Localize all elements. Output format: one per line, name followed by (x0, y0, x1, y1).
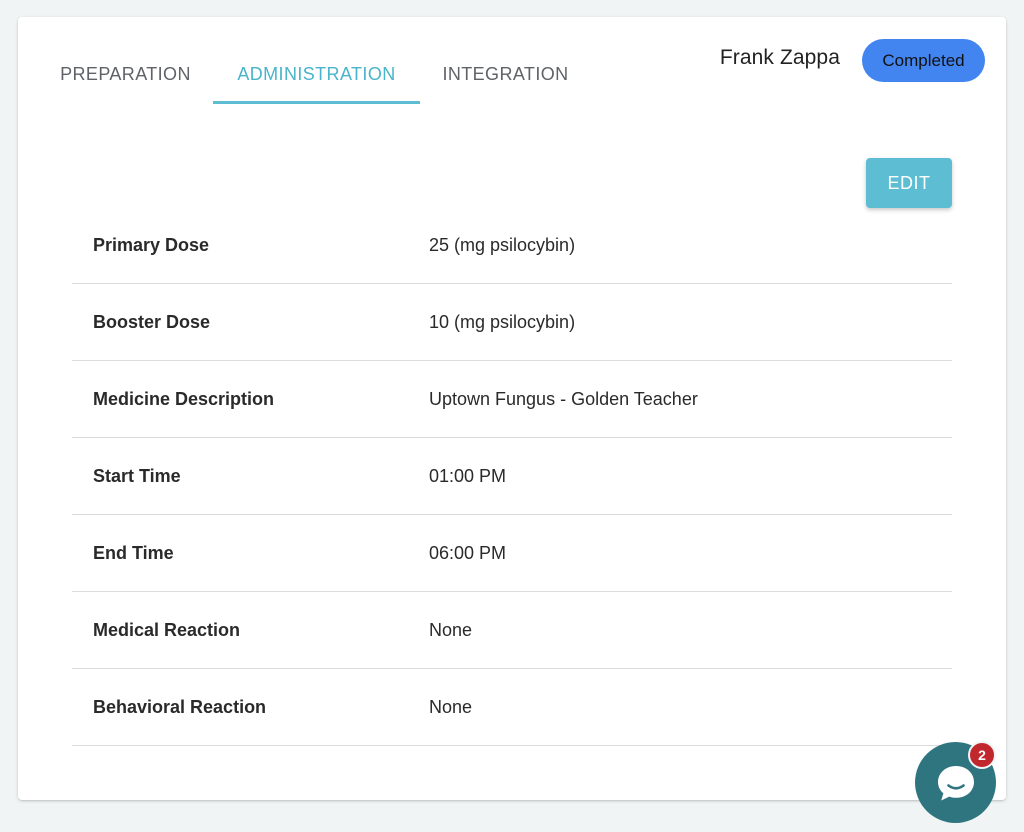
tab-bar: PREPARATION ADMINISTRATION INTEGRATION (38, 45, 591, 104)
detail-value: 25 (mg psilocybin) (429, 234, 576, 255)
tab-preparation[interactable]: PREPARATION (38, 45, 213, 104)
detail-row-primary-dose: Primary Dose 25 (mg psilocybin) (72, 207, 952, 284)
detail-label: Booster Dose (93, 311, 211, 332)
details-table: Primary Dose 25 (mg psilocybin) Booster … (72, 207, 952, 746)
detail-value: Uptown Fungus - Golden Teacher (429, 388, 698, 409)
detail-value: 10 (mg psilocybin) (429, 311, 576, 332)
tab-administration[interactable]: ADMINISTRATION (213, 45, 420, 104)
detail-value: 06:00 PM (429, 542, 507, 563)
status-badge: Completed (862, 39, 985, 82)
detail-row-booster-dose: Booster Dose 10 (mg psilocybin) (72, 284, 952, 361)
detail-label: Medicine Description (93, 388, 275, 409)
detail-row-medical-reaction: Medical Reaction None (72, 592, 952, 669)
edit-button[interactable]: EDIT (866, 158, 952, 208)
detail-row-behavioral-reaction: Behavioral Reaction None (72, 669, 952, 746)
detail-value: None (429, 696, 473, 717)
detail-row-medicine-description: Medicine Description Uptown Fungus - Gol… (72, 361, 952, 438)
notification-badge: 2 (968, 741, 996, 769)
detail-label: Behavioral Reaction (93, 696, 267, 717)
patient-name: Frank Zappa (719, 46, 840, 69)
tab-integration[interactable]: INTEGRATION (420, 45, 591, 104)
detail-value: 01:00 PM (429, 465, 507, 486)
chat-bubble-icon (937, 765, 974, 800)
detail-row-start-time: Start Time 01:00 PM (72, 438, 952, 515)
detail-label: Start Time (93, 465, 181, 486)
administration-card: PREPARATION ADMINISTRATION INTEGRATION F… (18, 17, 1006, 800)
detail-value: None (429, 619, 473, 640)
detail-label: Medical Reaction (93, 619, 241, 640)
detail-row-end-time: End Time 06:00 PM (72, 515, 952, 592)
detail-label: End Time (93, 542, 174, 563)
detail-label: Primary Dose (93, 234, 210, 255)
